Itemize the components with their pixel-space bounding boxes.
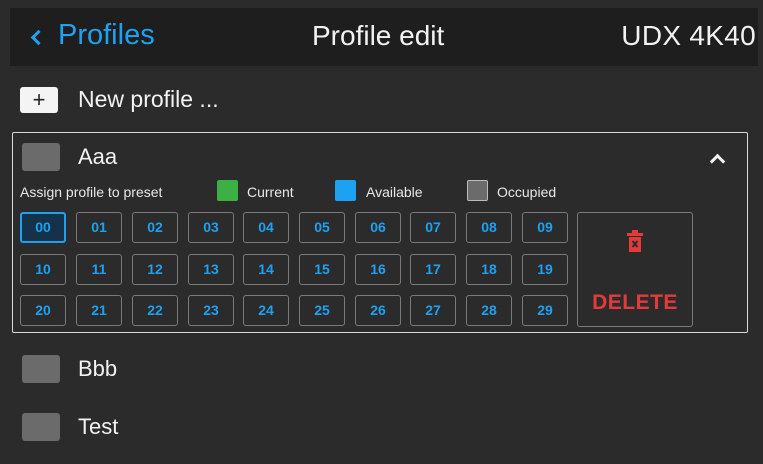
preset-button-25[interactable]: 25 <box>299 295 345 326</box>
profile-list-item[interactable]: Bbb <box>78 356 117 382</box>
preset-button-11[interactable]: 11 <box>76 254 122 285</box>
preset-button-01[interactable]: 01 <box>76 212 122 243</box>
delete-button[interactable]: DELETE <box>577 212 693 327</box>
legend-occupied-swatch <box>467 180 488 201</box>
legend-occupied-label: Occupied <box>497 184 557 200</box>
preset-button-15[interactable]: 15 <box>299 254 345 285</box>
legend-current-swatch <box>217 180 238 201</box>
profile-color-swatch <box>22 143 60 171</box>
legend-current-label: Current <box>247 184 294 200</box>
profile-edit-screen: Profiles Profile edit UDX 4K40 + New pro… <box>0 0 763 464</box>
page-title: Profile edit <box>312 20 445 51</box>
trash-icon <box>627 230 643 252</box>
preset-button-08[interactable]: 08 <box>466 212 512 243</box>
preset-button-06[interactable]: 06 <box>355 212 401 243</box>
preset-button-21[interactable]: 21 <box>76 295 122 326</box>
preset-button-12[interactable]: 12 <box>132 254 178 285</box>
preset-button-23[interactable]: 23 <box>188 295 234 326</box>
preset-button-20[interactable]: 20 <box>20 295 66 326</box>
preset-button-10[interactable]: 10 <box>20 254 66 285</box>
preset-button-17[interactable]: 17 <box>410 254 456 285</box>
preset-button-03[interactable]: 03 <box>188 212 234 243</box>
preset-button-24[interactable]: 24 <box>243 295 289 326</box>
legend-available-label: Available <box>366 184 423 200</box>
plus-icon[interactable]: + <box>20 87 58 113</box>
preset-button-27[interactable]: 27 <box>410 295 456 326</box>
delete-label[interactable]: DELETE <box>578 291 692 315</box>
preset-button-14[interactable]: 14 <box>243 254 289 285</box>
preset-button-00[interactable]: 00 <box>20 212 66 243</box>
header-bar: Profiles Profile edit UDX 4K40 <box>10 8 758 66</box>
assign-preset-label: Assign profile to preset <box>20 184 163 200</box>
preset-button-26[interactable]: 26 <box>355 295 401 326</box>
profile-color-swatch <box>22 413 60 441</box>
profile-list-item[interactable]: Test <box>78 414 118 440</box>
preset-button-04[interactable]: 04 <box>243 212 289 243</box>
profile-name[interactable]: Aaa <box>78 144 117 170</box>
preset-button-07[interactable]: 07 <box>410 212 456 243</box>
back-to-profiles-link[interactable]: Profiles <box>58 19 155 52</box>
legend-available-swatch <box>335 180 356 201</box>
device-name: UDX 4K40 <box>621 20 756 51</box>
preset-button-28[interactable]: 28 <box>466 295 512 326</box>
preset-button-05[interactable]: 05 <box>299 212 345 243</box>
preset-button-13[interactable]: 13 <box>188 254 234 285</box>
preset-button-29[interactable]: 29 <box>522 295 568 326</box>
profile-color-swatch <box>22 355 60 383</box>
preset-button-09[interactable]: 09 <box>522 212 568 243</box>
new-profile-label[interactable]: New profile ... <box>78 86 219 113</box>
preset-button-16[interactable]: 16 <box>355 254 401 285</box>
preset-button-22[interactable]: 22 <box>132 295 178 326</box>
preset-button-19[interactable]: 19 <box>522 254 568 285</box>
chevron-left-icon[interactable] <box>30 29 47 46</box>
preset-button-18[interactable]: 18 <box>466 254 512 285</box>
preset-button-02[interactable]: 02 <box>132 212 178 243</box>
